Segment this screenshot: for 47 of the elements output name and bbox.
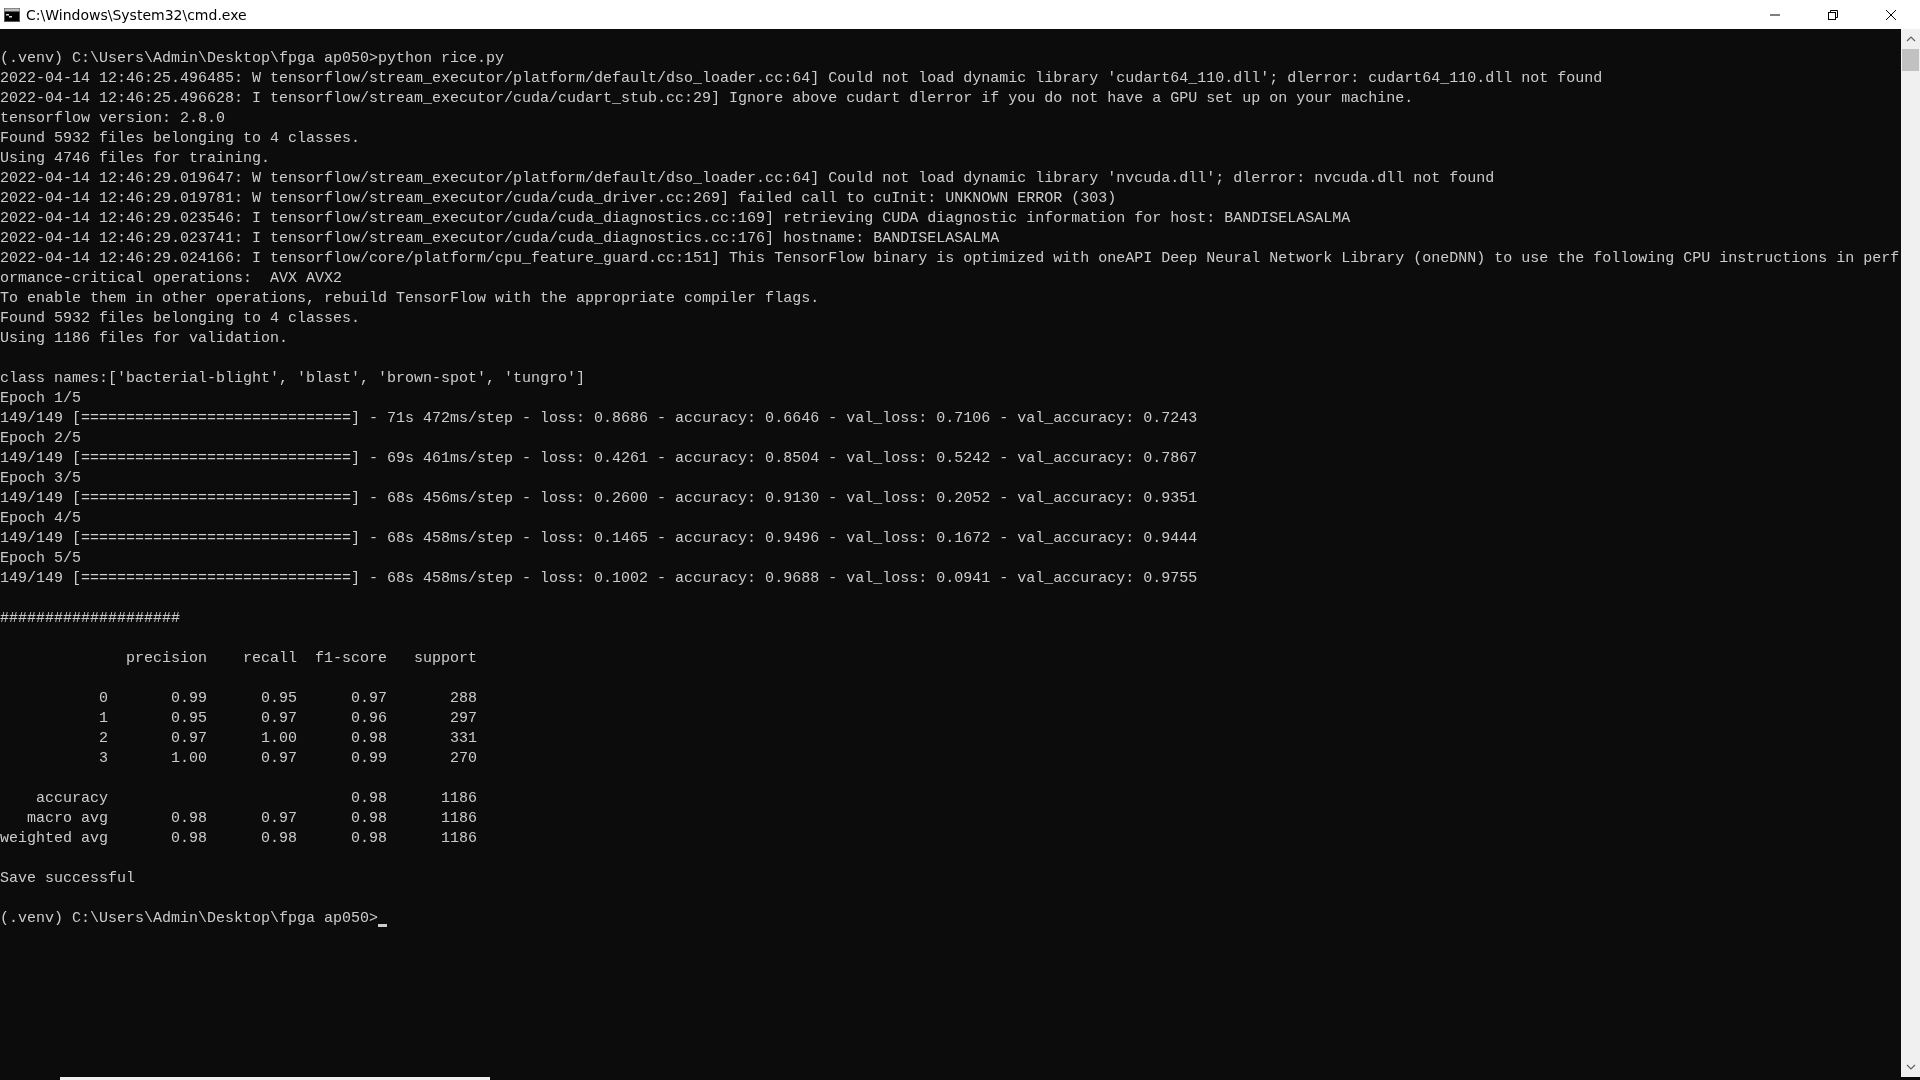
console-line: 2022-04-14 12:46:29.024166: I tensorflow/core/platform/cpu_feature_guard.cc:151] This TensorFlow binary is optimized with oneAPI Deep Neural Network Library (oneDNN) to use the following CPU instructions in perf (0, 249, 1901, 269)
restore-icon (1827, 8, 1839, 21)
console-line: (.venv) C:\Users\Admin\Desktop\fpga ap050>python rice.py (0, 49, 506, 69)
console-line: Using 4746 files for training. (0, 149, 272, 169)
console-line: 2 0.97 1.00 0.98 331 (98, 729, 479, 749)
console-line: To enable them in other operations, rebuild TensorFlow with the appropriate compiler flags. (0, 289, 821, 309)
console-line: Using 1186 files for validation. (0, 329, 290, 349)
console-line: 2022-04-14 12:46:29.019781: W tensorflow/stream_executor/cuda/cuda_driver.cc:269] failed call to cuInit: UNKNOWN ERROR (303) (0, 189, 1118, 209)
vertical-scrollbar[interactable] (1901, 29, 1920, 1077)
console-line: ormance-critical operations: AVX AVX2 (0, 269, 344, 289)
console-line: 2022-04-14 12:46:29.023741: I tensorflow/stream_executor/cuda/cuda_diagnostics.cc:176] hostname: BANDISELASALMA (0, 229, 1001, 249)
console-line: Epoch 2/5 (0, 429, 82, 449)
console-line: Epoch 4/5 (0, 509, 82, 529)
console-line: Epoch 1/5 (0, 389, 82, 409)
console-line: accuracy 0.98 1186 (35, 789, 479, 809)
text-cursor (378, 924, 388, 927)
console-line: 2022-04-14 12:46:25.496485: W tensorflow/stream_executor/platform/default/dso_loader.cc:64] Could not load dynamic library 'cudart64_110.dll'; dlerror: cudart64_110.dll not found (0, 69, 1604, 89)
scroll-down-icon[interactable] (1905, 1064, 1916, 1070)
console-line: tensorflow version: 2.8.0 (0, 109, 227, 129)
console-line: 149/149 [==============================] - 71s 472ms/step - loss: 0.8686 - accuracy: 0.6646 - val_loss: 0.7106 - val_accuracy: 0.7243 (0, 409, 1199, 429)
horizontal-scrollbar-thumb[interactable] (60, 1077, 490, 1080)
console-line: 149/149 [==============================] - 69s 461ms/step - loss: 0.4261 - accuracy: 0.8504 - val_loss: 0.5242 - val_accuracy: 0.7867 (0, 449, 1199, 469)
console-line: macro avg 0.98 0.97 0.98 1186 (26, 809, 479, 829)
console-line: Save successful (0, 869, 137, 889)
console-line: class names:['bacterial-blight', 'blast', 'brown-spot', 'tungro'] (0, 369, 587, 389)
console-line: 0 0.99 0.95 0.97 288 (98, 689, 479, 709)
console-line: 149/149 [==============================] - 68s 458ms/step - loss: 0.1465 - accuracy: 0.9496 - val_loss: 0.1672 - val_accuracy: 0.9444 (0, 529, 1199, 549)
scroll-up-icon[interactable] (1905, 36, 1916, 42)
console-icon (4, 7, 20, 22)
window-title: C:\Windows\System32\cmd.exe (26, 6, 247, 23)
console-line: 3 1.00 0.97 0.99 270 (98, 749, 479, 769)
console-line: Epoch 3/5 (0, 469, 82, 489)
console-line: 2022-04-14 12:46:29.023546: I tensorflow/stream_executor/cuda/cuda_diagnostics.cc:169] retrieving CUDA diagnostic information for host: BANDISELASALMA (0, 209, 1352, 229)
console-line: Epoch 5/5 (0, 549, 82, 569)
console-line: Found 5932 files belonging to 4 classes. (0, 129, 362, 149)
console-line: 2022-04-14 12:46:25.496628: I tensorflow/stream_executor/cuda/cudart_stub.cc:29] Ignore above cudart dlerror if you do not have a GPU set up on your machine. (0, 89, 1415, 109)
console-line: 149/149 [==============================] - 68s 456ms/step - loss: 0.2600 - accuracy: 0.9130 - val_loss: 0.2052 - val_accuracy: 0.9351 (0, 489, 1199, 509)
console-line: Found 5932 files belonging to 4 classes. (0, 309, 362, 329)
close-icon (1885, 8, 1897, 21)
console-line: 2022-04-14 12:46:29.019647: W tensorflow/stream_executor/platform/default/dso_loader.cc:64] Could not load dynamic library 'nvcuda.dll'; dlerror: nvcuda.dll not found (0, 169, 1496, 189)
scrollbar-thumb[interactable] (1902, 49, 1919, 71)
command-prompt: (.venv) C:\Users\Admin\Desktop\fpga ap050> (0, 909, 379, 929)
console-line: #################### (0, 609, 182, 629)
console-line: 149/149 [==============================] - 68s 458ms/step - loss: 0.1002 - accuracy: 0.9688 - val_loss: 0.0941 - val_accuracy: 0.9755 (0, 569, 1199, 589)
console-line: 1 0.95 0.97 0.96 297 (98, 709, 479, 729)
console-line: precision recall f1-score support (125, 649, 479, 669)
console-line: weighted avg 0.98 0.98 0.98 1186 (0, 829, 479, 849)
